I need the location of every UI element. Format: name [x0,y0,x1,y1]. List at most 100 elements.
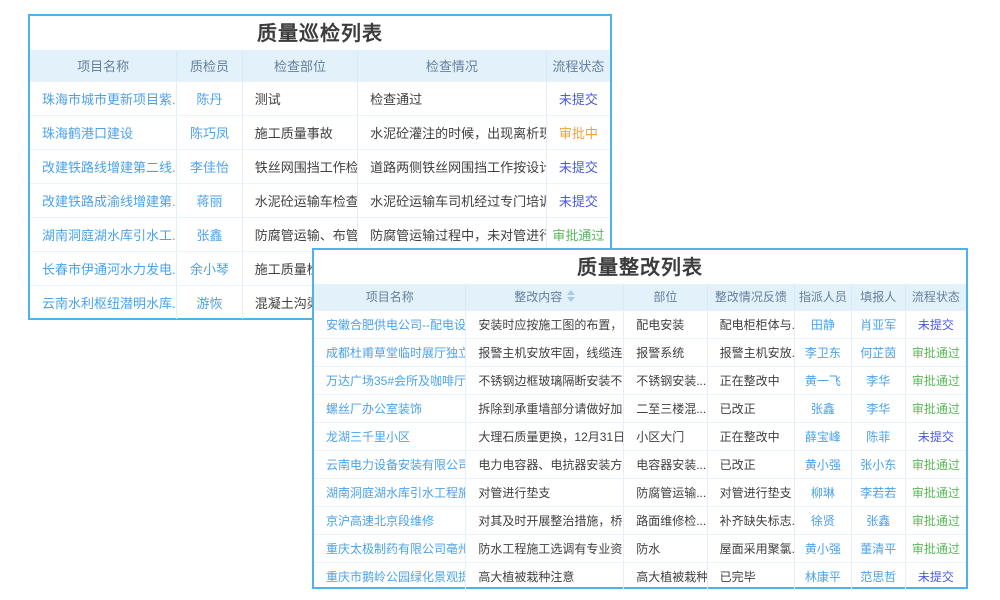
workflow-status-badge: 审批通过 [546,217,610,251]
project-name-link[interactable]: 京沪高速北京段维修 [314,506,466,534]
project-name-link[interactable]: 重庆市鹅岭公园绿化景观提升... [314,562,466,590]
rectify-feedback-cell: 对管进行垫支 [707,478,794,506]
inspector-name: 张鑫 [177,217,243,251]
rectify-feedback-cell: 已改正 [707,394,794,422]
rectify-content-cell: 对管进行垫支 [466,478,624,506]
assignee-name: 田静 [795,310,852,338]
column-header-status: 流程状态 [546,50,610,81]
project-name-link[interactable]: 珠海市城市更新项目紫... [30,81,177,115]
inspector-name: 蒋丽 [177,183,243,217]
inspection-part-cell: 测试 [242,81,357,115]
project-name-link[interactable]: 湖南洞庭湖水库引水工程施工I标 [314,478,466,506]
workflow-status-badge: 未提交 [546,183,610,217]
inspection-part-cell: 防腐管运输、布管 [242,217,357,251]
reporter-name: 李华 [851,394,905,422]
rectification-table: 项目名称整改内容部位整改情况反馈指派人员填报人流程状态 安徽合肥供电公司--配电… [314,284,966,590]
project-name-link[interactable]: 云南水利枢纽潜明水库... [30,285,177,319]
assignee-name: 柳琳 [795,478,852,506]
rectify-feedback-cell: 正在整改中 [707,366,794,394]
rectify-feedback-cell: 屋面采用聚氯... [707,534,794,562]
rectify-part-cell: 路面维修检... [624,506,707,534]
project-name-link[interactable]: 万达广场35#会所及咖啡厅空... [314,366,466,394]
table-row: 万达广场35#会所及咖啡厅空...不锈钢边框玻璃隔断安装不牢...不锈钢安装..… [314,366,966,394]
column-header-content[interactable]: 整改内容 [466,284,624,310]
assignee-name: 黄小强 [795,534,852,562]
rectify-part-cell: 防水 [624,534,707,562]
column-header-label: 流程状态 [912,290,960,304]
column-header-project: 项目名称 [314,284,466,310]
table-row: 湖南洞庭湖水库引水工...张鑫防腐管运输、布管防腐管运输过程中，未对管进行...… [30,217,610,251]
project-name-link[interactable]: 龙湖三千里小区 [314,422,466,450]
workflow-status-badge: 未提交 [546,149,610,183]
rectify-content-cell: 大理石质量更换，12月31日之... [466,422,624,450]
assignee-name: 黄一飞 [795,366,852,394]
assignee-name: 黄小强 [795,450,852,478]
rectify-part-cell: 防腐管运输... [624,478,707,506]
rectify-content-cell: 报警主机安放牢固，线缆连接... [466,338,624,366]
inspector-name: 游恢 [177,285,243,319]
project-name-link[interactable]: 珠海鹤港口建设 [30,115,177,149]
reporter-name: 董清平 [851,534,905,562]
rectify-content-cell: 拆除到承重墙部分请做好加固... [466,394,624,422]
inspector-name: 陈巧凤 [177,115,243,149]
reporter-name: 范思哲 [851,562,905,590]
sort-descending-icon [567,297,575,302]
project-name-link[interactable]: 云南电力设备安装有限公司20... [314,450,466,478]
column-header-label: 整改情况反馈 [715,290,787,304]
workflow-status-badge: 审批通过 [905,450,966,478]
column-header-situation: 检查情况 [358,50,547,81]
project-name-link[interactable]: 长春市伊通河水力发电... [30,251,177,285]
inspector-name: 李佳怡 [177,149,243,183]
workflow-status-badge: 审批通过 [905,534,966,562]
column-header-inspector: 质检员 [177,50,243,81]
project-name-link[interactable]: 螺丝厂办公室装饰 [314,394,466,422]
rectify-feedback-cell: 已完毕 [707,562,794,590]
workflow-status-badge: 审批通过 [905,478,966,506]
column-header-label: 填报人 [860,290,896,304]
workflow-status-badge: 审批通过 [905,394,966,422]
project-name-link[interactable]: 湖南洞庭湖水库引水工... [30,217,177,251]
rectify-content-cell: 安装时应按施工图的布置，将... [466,310,624,338]
column-header-feedback: 整改情况反馈 [707,284,794,310]
reporter-name: 张小东 [851,450,905,478]
table-row: 重庆市鹅岭公园绿化景观提升...高大植被栽种注意高大植被栽种已完毕林康平范思哲未… [314,562,966,590]
column-header-label: 项目名称 [366,290,414,304]
rectify-feedback-cell: 正在整改中 [707,422,794,450]
rectify-feedback-cell: 配电柜柜体与... [707,310,794,338]
rectify-content-cell: 不锈钢边框玻璃隔断安装不牢... [466,366,624,394]
table-row: 珠海鹤港口建设陈巧凤施工质量事故水泥砼灌注的时候，出现离析现象审批中 [30,115,610,149]
project-name-link[interactable]: 改建铁路线增建第二线... [30,149,177,183]
table-row: 珠海市城市更新项目紫...陈丹测试检查通过未提交 [30,81,610,115]
table-row: 京沪高速北京段维修对其及时开展整治措施，桥头...路面维修检...补齐缺失标志.… [314,506,966,534]
rectify-part-cell: 高大植被栽种 [624,562,707,590]
table-row: 云南电力设备安装有限公司20...电力电容器、电抗器安装方案,...电容器安装.… [314,450,966,478]
reporter-name: 肖亚军 [851,310,905,338]
project-name-link[interactable]: 改建铁路成渝线增建第... [30,183,177,217]
rectify-feedback-cell: 补齐缺失标志... [707,506,794,534]
reporter-name: 李若若 [851,478,905,506]
project-name-link[interactable]: 成都杜甫草堂临时展厅独立展... [314,338,466,366]
table-row: 成都杜甫草堂临时展厅独立展...报警主机安放牢固，线缆连接...报警系统报警主机… [314,338,966,366]
column-header-label: 项目名称 [77,59,129,74]
workflow-status-badge: 审批中 [546,115,610,149]
inspection-situation-cell: 检查通过 [358,81,547,115]
rectify-part-cell: 报警系统 [624,338,707,366]
rectify-content-cell: 电力电容器、电抗器安装方案,... [466,450,624,478]
rectify-content-cell: 对其及时开展整治措施，桥头... [466,506,624,534]
inspector-name: 余小琴 [177,251,243,285]
assignee-name: 薛宝峰 [795,422,852,450]
column-header-label: 整改内容 [514,290,562,304]
project-name-link[interactable]: 安徽合肥供电公司--配电设备... [314,310,466,338]
table-header-row: 项目名称 质检员检查部位检查情况流程状态 [30,50,610,81]
column-header-project: 项目名称 [30,50,177,81]
column-header-label: 质检员 [190,59,229,74]
column-header-part: 检查部位 [242,50,357,81]
project-name-link[interactable]: 重庆太极制药有限公司亳州中... [314,534,466,562]
workflow-status-badge: 未提交 [905,562,966,590]
reporter-name: 陈菲 [851,422,905,450]
rectify-part-cell: 不锈钢安装... [624,366,707,394]
inspection-situation-cell: 水泥砼灌注的时候，出现离析现象 [358,115,547,149]
column-header-reporter: 填报人 [851,284,905,310]
sort-caret-icon[interactable] [567,290,575,302]
table-row: 湖南洞庭湖水库引水工程施工I标对管进行垫支防腐管运输...对管进行垫支柳琳李若若… [314,478,966,506]
